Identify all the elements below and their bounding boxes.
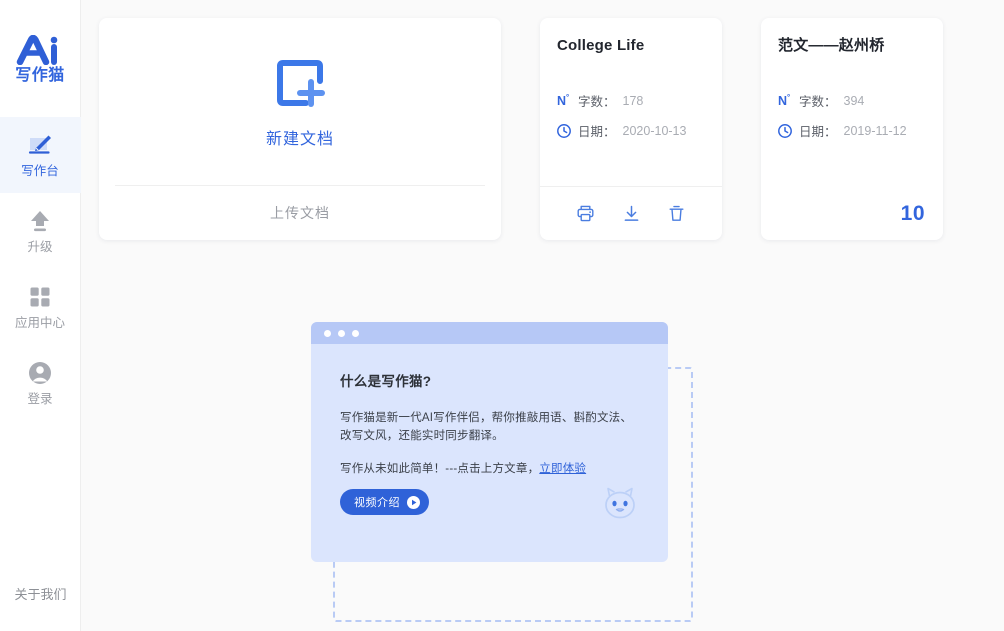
promo-body: 什么是写作猫? 写作猫是新一代AI写作伴侣，帮你推敲用语、斟酌文法、改写文风，还… — [311, 344, 668, 562]
window-dot-icon — [324, 329, 331, 337]
new-document-card: 新建文档 上传文档 — [99, 18, 501, 240]
promo-paragraph-2: 写作从未如此简单！---点击上方文章，立即体验 — [340, 460, 639, 478]
play-circle-icon — [407, 495, 420, 509]
download-button[interactable] — [619, 202, 643, 226]
plus-square-icon — [277, 59, 325, 107]
window-dot-icon — [338, 329, 345, 337]
main-content: 新建文档 上传文档 College Life N° 字数： 178 日期： 20… — [81, 0, 1004, 631]
sidebar-item-label: 登录 — [27, 392, 53, 407]
word-count-value: 178 — [622, 93, 644, 108]
promo-window: 什么是写作猫? 写作猫是新一代AI写作伴侣，帮你推敲用语、斟酌文法、改写文风，还… — [311, 322, 668, 562]
date-row: 日期： 2020-10-13 — [557, 116, 705, 146]
app-root: 写作猫 写作台 升级 应用中心 登录 关于我们 新建文档 上传文档 Colleg… — [0, 0, 1004, 631]
sidebar-item-upgrade[interactable]: 升级 — [0, 193, 81, 269]
sidebar-item-app-center[interactable]: 应用中心 — [0, 269, 81, 345]
try-now-link[interactable]: 立即体验 — [539, 463, 586, 475]
document-meta: N° 字数： 394 日期： 2019-11-12 — [778, 56, 926, 146]
date-row: 日期： 2019-11-12 — [778, 116, 926, 146]
pencil-edit-icon — [28, 135, 51, 154]
document-card[interactable]: College Life N° 字数： 178 日期： 2020-10-13 — [540, 18, 722, 240]
window-dot-icon — [352, 329, 359, 337]
sidebar: 写作猫 写作台 升级 应用中心 登录 关于我们 — [0, 0, 81, 631]
date-label: 日期： — [799, 125, 837, 139]
promo-titlebar — [311, 322, 668, 344]
ai-logo-mark — [16, 34, 58, 65]
sidebar-item-login[interactable]: 登录 — [0, 345, 81, 421]
sidebar-item-label: 升级 — [27, 240, 53, 255]
word-count-row: N° 字数： 178 — [557, 86, 705, 116]
promo-heading: 什么是写作猫? — [340, 374, 432, 389]
print-icon — [577, 205, 594, 222]
logo-text: 写作猫 — [15, 64, 65, 84]
date-label: 日期： — [578, 125, 616, 139]
document-card[interactable]: 范文——赵州桥 N° 字数： 394 日期： 2019-11-12 10 — [761, 18, 943, 240]
promo-paragraph-2-text: 写作从未如此简单！---点击上方文章， — [340, 462, 540, 475]
document-meta: N° 字数： 178 日期： 2020-10-13 — [557, 56, 705, 146]
documents-row: 新建文档 上传文档 College Life N° 字数： 178 日期： 20… — [99, 18, 943, 240]
clock-icon — [778, 123, 792, 138]
about-us-link[interactable]: 关于我们 — [0, 584, 81, 603]
create-document-button[interactable]: 新建文档 — [99, 18, 501, 185]
document-title: 范文——赵州桥 — [778, 37, 885, 54]
number-sign-icon: N° — [557, 92, 570, 108]
download-icon — [624, 205, 638, 221]
promo-paragraph-1: 写作猫是新一代AI写作伴侣，帮你推敲用语、斟酌文法、改写文风，还能实时同步翻译。 — [340, 412, 633, 443]
upload-arrow-icon — [31, 211, 49, 232]
new-document-label: 新建文档 — [265, 130, 334, 148]
sidebar-item-label: 写作台 — [21, 164, 59, 179]
upload-document-button[interactable]: 上传文档 — [99, 186, 501, 240]
delete-button[interactable] — [665, 202, 689, 226]
word-count-label: 字数： — [799, 95, 837, 109]
video-intro-label: 视频介绍 — [354, 497, 400, 509]
clock-icon — [557, 123, 571, 138]
document-title: College Life — [557, 37, 645, 54]
video-intro-button[interactable]: 视频介绍 — [340, 489, 429, 515]
word-count-label: 字数： — [578, 95, 616, 109]
upload-document-label: 上传文档 — [270, 205, 330, 221]
number-sign-icon: N° — [778, 92, 791, 108]
sidebar-item-writing-desk[interactable]: 写作台 — [0, 117, 81, 193]
grid-squares-icon — [30, 287, 50, 307]
user-avatar-icon — [29, 362, 51, 385]
document-actions — [540, 187, 722, 240]
document-count-badge: 10 — [900, 202, 925, 225]
print-button[interactable] — [574, 202, 598, 226]
date-value: 2020-10-13 — [622, 123, 687, 138]
cat-face-icon — [605, 487, 635, 519]
word-count-value: 394 — [843, 93, 865, 108]
date-value: 2019-11-12 — [843, 123, 907, 138]
word-count-row: N° 字数： 394 — [778, 86, 926, 116]
trash-icon — [669, 205, 684, 221]
promo-panel: 什么是写作猫? 写作猫是新一代AI写作伴侣，帮你推敲用语、斟酌文法、改写文风，还… — [311, 322, 693, 622]
app-logo[interactable]: 写作猫 — [0, 0, 80, 117]
sidebar-item-label: 应用中心 — [14, 316, 65, 331]
